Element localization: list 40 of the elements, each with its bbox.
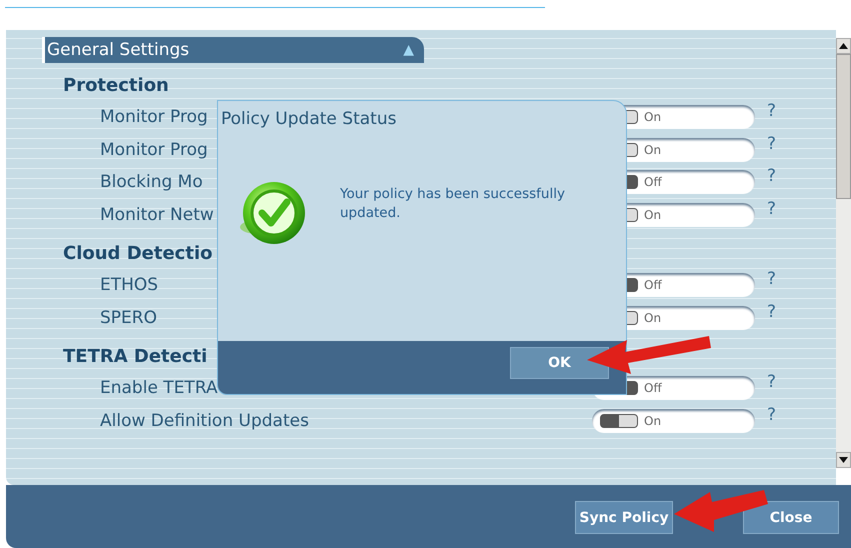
switch-state: Off	[644, 381, 662, 396]
help-link[interactable]: ?	[767, 372, 776, 392]
scroll-up-icon[interactable]	[836, 38, 851, 54]
setting-label: Blocking Mo	[100, 172, 203, 192]
setting-label: Allow Definition Updates	[100, 410, 309, 431]
help-link[interactable]: ?	[767, 134, 776, 154]
switch-state: On	[644, 310, 662, 325]
close-button[interactable]: Close	[743, 501, 839, 534]
switch-state: On	[644, 414, 662, 428]
group-heading: Protection	[63, 74, 169, 98]
switch-knob	[600, 414, 638, 428]
help-link[interactable]: ?	[767, 198, 776, 219]
section-title: General Settings	[46, 40, 190, 60]
setting-label: Enable TETRA	[100, 378, 218, 398]
setting-label: Monitor Prog	[100, 107, 208, 128]
collapse-toggle[interactable]: ▲	[403, 42, 414, 58]
dialog-message: Your policy has been successfully updated.	[340, 185, 566, 223]
setting-label: SPERO	[100, 308, 157, 328]
setting-label: Monitor Netw	[100, 204, 214, 225]
switch-state: On	[644, 110, 662, 124]
section-header[interactable]: General Settings ▲	[42, 37, 424, 63]
setting-label: ETHOS	[100, 275, 158, 296]
dialog-title: Policy Update Status	[221, 109, 396, 129]
switch-state: On	[644, 208, 662, 222]
switch-state: Off	[644, 278, 662, 292]
setting-label: Monitor Prog	[100, 140, 208, 160]
toggle-switch[interactable]: On	[592, 408, 755, 433]
ok-button[interactable]: OK	[510, 347, 609, 379]
group-heading: TETRA Detecti	[63, 345, 208, 369]
help-link[interactable]: ?	[767, 269, 776, 290]
help-link[interactable]: ?	[767, 166, 776, 186]
group-heading: Cloud Detectio	[63, 242, 212, 266]
help-link[interactable]: ?	[767, 101, 776, 122]
help-link[interactable]: ?	[767, 404, 776, 425]
help-link[interactable]: ?	[767, 302, 776, 322]
switch-state: On	[644, 142, 662, 157]
scroll-down-icon[interactable]	[836, 452, 851, 468]
scrollbar[interactable]	[836, 38, 851, 468]
sync-policy-button[interactable]: Sync Policy	[575, 501, 673, 534]
switch-state: Off	[644, 175, 662, 190]
